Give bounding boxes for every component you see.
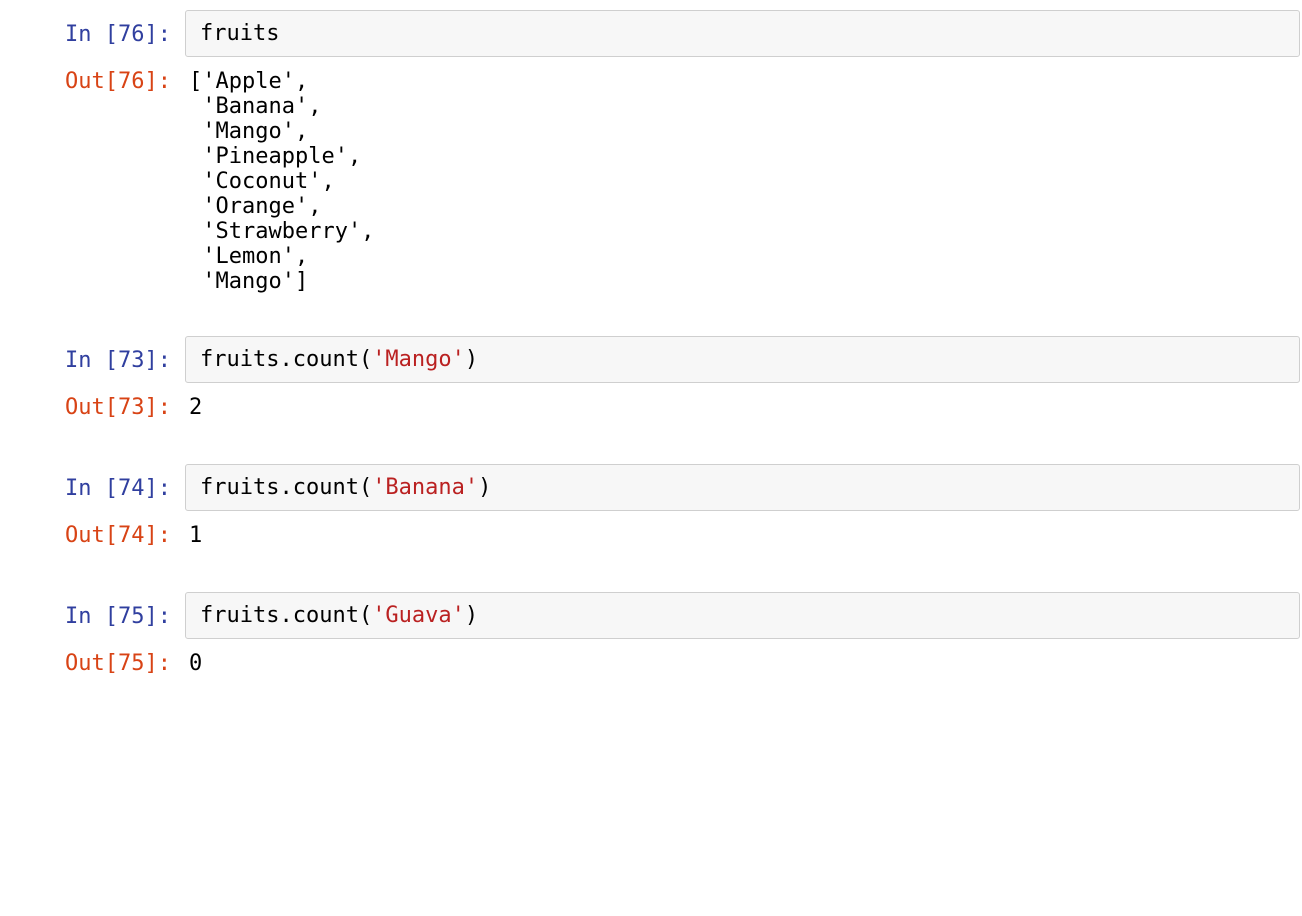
output-cell: Out[73]: 2	[0, 385, 1302, 432]
output-cell: Out[75]: 0	[0, 641, 1302, 688]
output-text: ['Apple', 'Banana', 'Mango', 'Pineapple'…	[185, 59, 1302, 304]
code-input[interactable]: fruits.count('Guava')	[185, 592, 1300, 639]
output-cell: Out[74]: 1	[0, 513, 1302, 560]
code-input[interactable]: fruits.count('Mango')	[185, 336, 1300, 383]
output-prompt-col: Out[74]:	[0, 513, 185, 560]
input-prompt-col: In [73]:	[0, 336, 185, 385]
code-prefix: fruits.count(	[200, 603, 372, 628]
input-cell: In [73]: fruits.count('Mango')	[0, 336, 1302, 385]
code-input[interactable]: fruits	[185, 10, 1300, 57]
input-content-col: fruits.count('Guava')	[185, 592, 1302, 641]
output-content-col: 1	[185, 513, 1302, 560]
notebook-cell-group: In [75]: fruits.count('Guava') Out[75]: …	[0, 592, 1302, 688]
code-suffix: )	[465, 347, 478, 372]
notebook-cell-group: In [76]: fruits Out[76]: ['Apple', 'Bana…	[0, 10, 1302, 304]
code-string: 'Mango'	[372, 347, 465, 372]
output-text: 2	[185, 385, 1302, 430]
output-content-col: 0	[185, 641, 1302, 688]
output-prompt: Out[73]:	[65, 395, 171, 420]
output-content-col: 2	[185, 385, 1302, 432]
input-prompt-col: In [76]:	[0, 10, 185, 59]
code-suffix: )	[465, 603, 478, 628]
input-cell: In [74]: fruits.count('Banana')	[0, 464, 1302, 513]
notebook-cell-group: In [74]: fruits.count('Banana') Out[74]:…	[0, 464, 1302, 560]
input-content-col: fruits.count('Mango')	[185, 336, 1302, 385]
input-prompt-col: In [74]:	[0, 464, 185, 513]
output-prompt-col: Out[75]:	[0, 641, 185, 688]
code-suffix: )	[478, 475, 491, 500]
input-content-col: fruits	[185, 10, 1302, 59]
code-prefix: fruits.count(	[200, 347, 372, 372]
code-prefix: fruits.count(	[200, 475, 372, 500]
output-text: 1	[185, 513, 1302, 558]
output-prompt: Out[74]:	[65, 523, 171, 548]
input-cell: In [76]: fruits	[0, 10, 1302, 59]
output-prompt-col: Out[76]:	[0, 59, 185, 304]
code-string: 'Banana'	[372, 475, 478, 500]
output-prompt: Out[75]:	[65, 651, 171, 676]
notebook-cell-group: In [73]: fruits.count('Mango') Out[73]: …	[0, 336, 1302, 432]
code-string: 'Guava'	[372, 603, 465, 628]
input-cell: In [75]: fruits.count('Guava')	[0, 592, 1302, 641]
output-text: 0	[185, 641, 1302, 686]
input-prompt-col: In [75]:	[0, 592, 185, 641]
input-prompt: In [74]:	[65, 476, 171, 501]
code-input[interactable]: fruits.count('Banana')	[185, 464, 1300, 511]
input-prompt: In [73]:	[65, 348, 171, 373]
output-prompt: Out[76]:	[65, 69, 171, 94]
output-cell: Out[76]: ['Apple', 'Banana', 'Mango', 'P…	[0, 59, 1302, 304]
input-content-col: fruits.count('Banana')	[185, 464, 1302, 513]
input-prompt: In [76]:	[65, 22, 171, 47]
output-prompt-col: Out[73]:	[0, 385, 185, 432]
output-content-col: ['Apple', 'Banana', 'Mango', 'Pineapple'…	[185, 59, 1302, 304]
input-prompt: In [75]:	[65, 604, 171, 629]
code-text: fruits	[200, 21, 279, 46]
